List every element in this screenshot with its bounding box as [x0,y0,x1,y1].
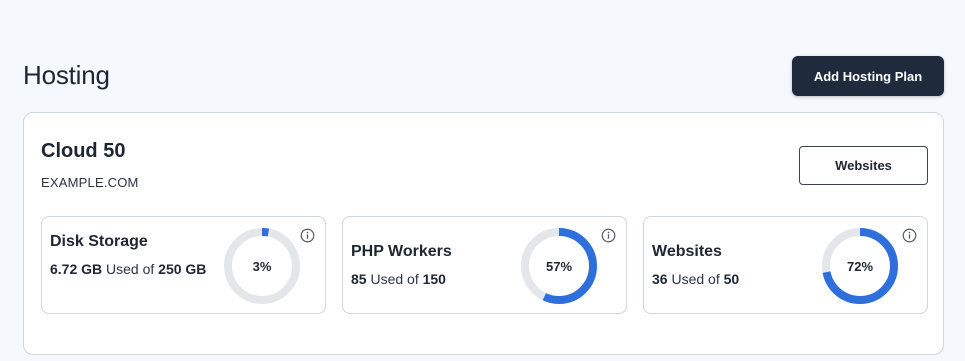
plan-name: Cloud 50 [41,140,126,162]
metric-card-disk-storage: Disk Storage 6.72 GB Used of 250 GB 3% [41,216,326,314]
metric-title: PHP Workers [351,243,452,260]
metric-total-value: 250 GB [158,261,207,277]
add-hosting-plan-button[interactable]: Add Hosting Plan [792,56,944,96]
metric-used-value: 36 [652,271,668,287]
metric-card-php-workers: PHP Workers 85 Used of 150 57% [342,216,627,314]
metric-title: Disk Storage [50,233,148,250]
metric-used-value: 85 [351,271,367,287]
metric-total-value: 150 [422,271,446,287]
metric-usage: 36 Used of 50 [652,269,812,290]
websites-button[interactable]: Websites [799,146,928,185]
info-icon[interactable] [601,228,616,243]
metric-usage: 85 Used of 150 [351,269,511,290]
metric-card-websites: Websites 36 Used of 50 72% [643,216,928,314]
metric-total-value: 50 [723,271,740,287]
hosting-page: Hosting Add Hosting Plan Cloud 50 EXAMPL… [0,0,965,361]
metric-used-of-text: Used of [671,271,720,287]
hosting-plan-card: Cloud 50 EXAMPLE.COM Websites Disk Stora… [23,112,944,355]
plan-domain: EXAMPLE.COM [41,175,139,190]
usage-percent-label: 72% [846,258,874,274]
metric-used-of-text: Used of [106,261,155,277]
metric-usage: 6.72 GB Used of 250 GB [50,259,210,280]
usage-percent-label: 3% [252,258,272,274]
metric-used-of-text: Used of [370,271,419,287]
metric-title: Websites [652,243,722,260]
usage-percent-label: 57% [545,258,573,274]
info-icon[interactable] [300,228,315,243]
metric-used-value: 6.72 GB [50,261,103,277]
info-icon[interactable] [902,228,917,243]
page-title: Hosting [23,60,110,90]
